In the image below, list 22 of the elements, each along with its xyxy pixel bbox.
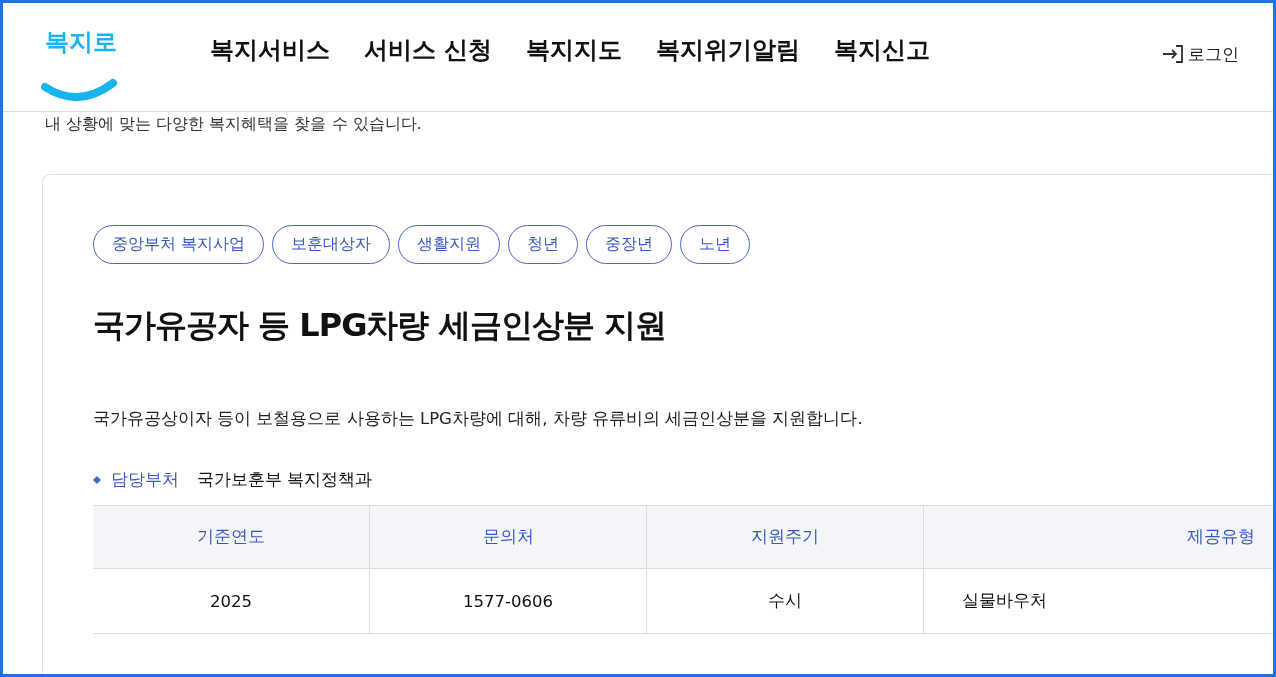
department-label: 담당부처	[111, 468, 179, 491]
table-cell: 2025	[93, 568, 370, 634]
column-header: 기준연도	[93, 505, 370, 569]
nav-link[interactable]: 복지위기알림	[656, 34, 801, 66]
login-link[interactable]: 로그인	[1162, 42, 1239, 66]
login-icon	[1162, 44, 1184, 64]
nav-link[interactable]: 복지지도	[526, 34, 623, 66]
diamond-icon	[93, 475, 101, 484]
nav-link[interactable]: 복지서비스	[210, 34, 330, 66]
nav-link[interactable]: 복지신고	[834, 34, 931, 66]
department-value: 국가보훈부 복지정책과	[197, 468, 373, 491]
column-header: 문의처	[369, 505, 647, 569]
table-cell: 실물바우처	[923, 568, 1273, 634]
service-title: 국가유공자 등 LPG차량 세금인상분 지원	[93, 305, 667, 346]
column-header: 제공유형	[923, 505, 1273, 569]
intro-text: 내 상황에 맞는 다양한 복지혜택을 찾을 수 있습니다.	[44, 113, 423, 135]
table-cell: 1577-0606	[369, 568, 647, 634]
nav-link[interactable]: 서비스 신청	[364, 34, 493, 66]
service-description: 국가유공상이자 등이 보철용으로 사용하는 LPG차량에 대해, 차량 유류비의 세금인상분을 지원합니다.	[93, 408, 864, 430]
login-label: 로그인	[1188, 42, 1239, 66]
table-cell: 수시	[646, 568, 924, 634]
column-header: 지원주기	[646, 505, 924, 569]
